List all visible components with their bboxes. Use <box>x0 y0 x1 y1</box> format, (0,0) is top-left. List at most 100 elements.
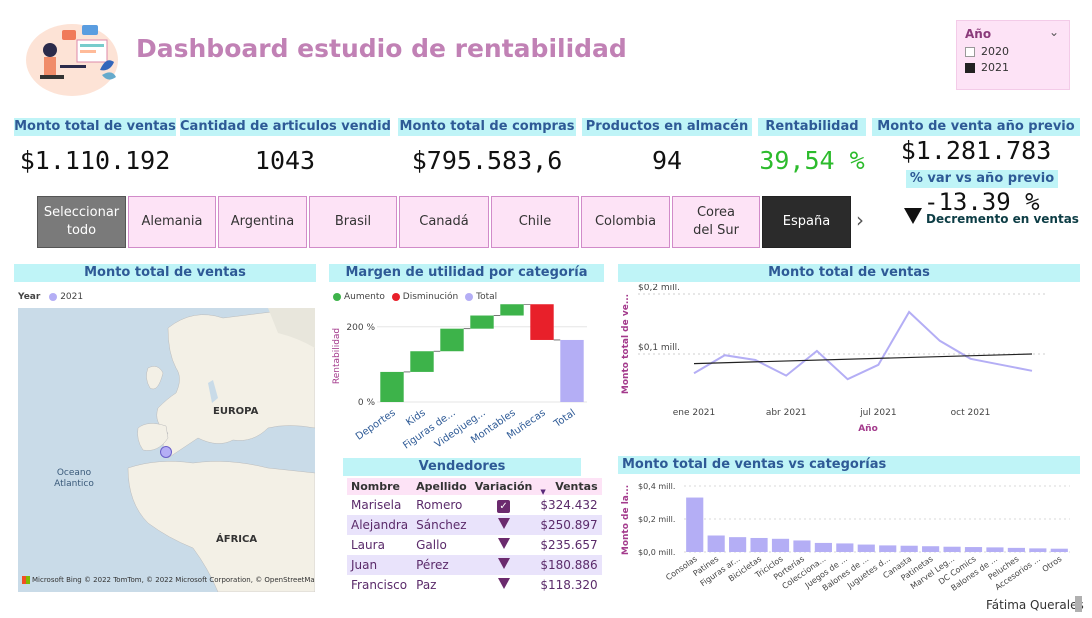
map-attribution: Microsoft Bing © 2022 TomTom, © 2022 Mic… <box>22 576 315 584</box>
table-row[interactable]: Francisco Paz $118.320 <box>347 575 602 595</box>
kpi-label-compras: Monto total de compras <box>398 118 576 136</box>
cell-variacion: ✓ <box>471 495 537 515</box>
kpi-value-productos: 94 <box>651 146 683 175</box>
bing-brand: Microsoft Bing <box>32 576 82 584</box>
legend-dot-aumento <box>333 292 341 301</box>
table-row[interactable]: Juan Pérez $180.886 <box>347 555 602 575</box>
table-row[interactable]: Alejandra Sánchez $250.897 <box>347 515 602 535</box>
year-option-2020[interactable]: 2020 <box>965 45 1009 58</box>
year-slicer[interactable]: Año ⌄ 2020 2021 <box>956 20 1070 90</box>
bar-ytick: $0,0 mill. <box>638 548 675 557</box>
cell-apellido: Gallo <box>416 538 447 552</box>
waterfall-bar <box>560 339 584 402</box>
legend-dot-2021 <box>49 292 58 301</box>
waterfall-bar <box>500 304 524 316</box>
cell-apellido: Pérez <box>412 555 471 575</box>
bar-mark <box>1029 548 1047 552</box>
bar-mark <box>814 542 832 552</box>
table-row[interactable]: Marisela Romero ✓ $324.432 <box>347 495 602 515</box>
country-canada[interactable]: Canadá <box>399 196 489 248</box>
kpi-value-compras: $795.583,6 <box>411 146 563 175</box>
cell-variacion <box>471 575 537 595</box>
country-espana[interactable]: España <box>762 196 851 248</box>
col-ventas[interactable]: ▼ Ventas <box>536 478 601 496</box>
col-nombre[interactable]: Nombre <box>347 478 412 495</box>
kpi-label-rentabilidad: Rentabilidad <box>758 118 866 136</box>
country-argentina[interactable]: Argentina <box>218 196 307 248</box>
country-corea[interactable]: Corea del Sur <box>672 196 760 248</box>
vendedores-table-wrap: Nombre Apellido Variación ▼ Ventas Maris… <box>347 478 602 595</box>
bar-mark <box>686 497 704 552</box>
bar-mark <box>793 540 811 552</box>
kpi-label-productos: Productos en almacén <box>582 118 752 136</box>
sales-map[interactable]: EUROPA Oceano Atlantico ÁFRICA Microsoft… <box>18 308 315 592</box>
down-triangle-icon <box>497 538 510 549</box>
kpi-label-articulos: Cantidad de articulos vendidos <box>180 118 390 136</box>
line-xtick: ene 2021 <box>673 408 716 418</box>
cell-ventas: $118.320 <box>540 578 598 592</box>
bar-xtick: Otros <box>1041 554 1064 574</box>
kpi-value-venta-previo: $1.281.783 <box>900 136 1052 165</box>
map-bubble-spain[interactable] <box>160 446 172 458</box>
country-chile[interactable]: Chile <box>491 196 579 248</box>
down-triangle-icon <box>497 558 510 569</box>
down-triangle-icon <box>904 208 922 224</box>
bar-mark <box>1007 547 1025 552</box>
waterfall-chart[interactable]: Rentabilidad0 %200 %Deportes KidsFiguras … <box>329 304 604 450</box>
cell-ventas: $324.432 <box>540 498 598 512</box>
cell-apellido: Paz <box>416 578 437 592</box>
checkbox-checked[interactable] <box>965 62 975 73</box>
bar-mark <box>750 537 768 552</box>
kpi-label-venta-previo: Monto de venta año previo <box>872 118 1080 136</box>
bar-mark <box>857 544 875 552</box>
table-row[interactable]: Laura Gallo $235.657 <box>347 535 602 555</box>
country-colombia[interactable]: Colombia <box>581 196 670 248</box>
line-xtick: abr 2021 <box>766 408 807 418</box>
checkbox-unchecked[interactable] <box>965 46 975 57</box>
waterfall-bar <box>410 351 434 372</box>
map-title: Monto total de ventas <box>14 264 316 282</box>
scrollbar[interactable] <box>1075 596 1082 612</box>
line-xlabel: Año <box>858 424 878 434</box>
country-alemania[interactable]: Alemania <box>128 196 216 248</box>
chevron-right-icon[interactable]: › <box>856 208 864 232</box>
year-slicer-title: Año <box>965 27 992 41</box>
bar-title: Monto total de ventas vs categorías <box>618 456 1080 474</box>
line-ytick: $0,2 mill. <box>638 284 680 293</box>
col-apellido[interactable]: Apellido <box>412 478 471 495</box>
bar-mark <box>986 547 1004 552</box>
line-ytick: $0,1 mill. <box>638 343 680 353</box>
cell-nombre: Francisco <box>351 578 408 592</box>
year-option-2021[interactable]: 2021 <box>965 61 1009 74</box>
kpi-value-ventas: $1.110.192 <box>19 146 171 175</box>
down-triangle-icon <box>497 518 510 529</box>
vendedores-title: Vendedores <box>343 458 581 476</box>
country-select-all[interactable]: Seleccionar todo <box>37 196 126 248</box>
map-label-europa: EUROPA <box>213 406 259 417</box>
waterfall-xtick: Deportes <box>354 407 398 442</box>
cell-nombre: Laura <box>351 538 385 552</box>
bar-mark <box>707 535 725 552</box>
cell-nombre: Alejandra <box>347 515 413 535</box>
country-brasil[interactable]: Brasil <box>309 196 397 248</box>
waterfall-bar <box>530 304 554 340</box>
cell-nombre: Juan <box>347 555 413 575</box>
waterfall-title: Margen de utilidad por categoría <box>329 264 604 282</box>
cell-variacion <box>470 515 537 535</box>
waterfall-bar <box>440 328 464 352</box>
line-chart[interactable]: Monto total de ve... $0,1 mill. $0,2 mill.… <box>618 284 1080 436</box>
kpi-value-articulos: 1043 <box>254 146 316 175</box>
kpi-note-var: Decremento en ventas <box>926 212 1079 226</box>
category-bar-chart[interactable]: Monto de la... $0,0 mill. $0,2 mill. $0,4 m… <box>618 476 1080 596</box>
cell-ventas: $180.886 <box>536 555 602 575</box>
logo-illustration <box>22 20 122 100</box>
line-title: Monto total de ventas <box>618 264 1080 282</box>
page-title: Dashboard estudio de rentabilidad <box>136 34 627 63</box>
waterfall-legend: Aumento Disminución Total <box>333 292 497 302</box>
col-variacion[interactable]: Variación <box>471 478 537 495</box>
bar-mark <box>1050 548 1068 552</box>
line-series <box>693 310 1033 381</box>
sort-desc-icon[interactable]: ▼ <box>540 488 545 496</box>
kpi-value-rentabilidad: 39,54 % <box>759 146 865 175</box>
chevron-down-icon[interactable]: ⌄ <box>1049 25 1059 39</box>
